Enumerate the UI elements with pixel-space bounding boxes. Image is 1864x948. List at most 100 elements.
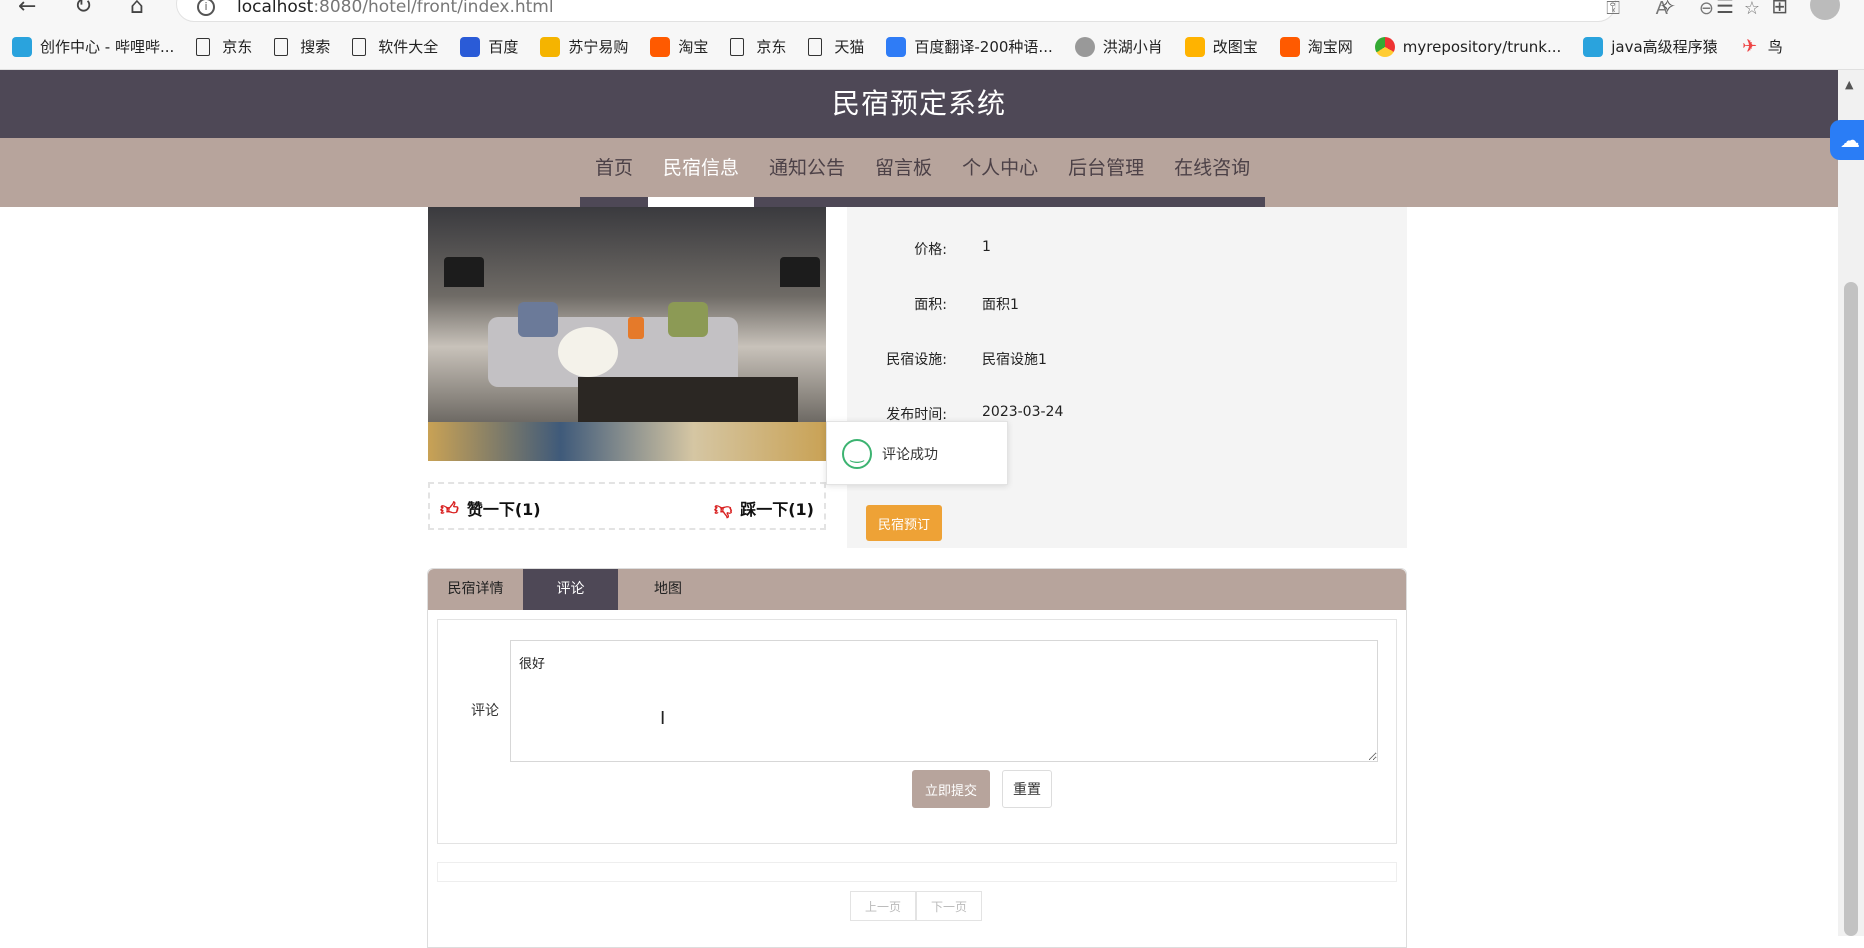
nav-item[interactable]: 民宿信息 [648, 138, 755, 207]
nav-item[interactable]: 通知公告 [754, 138, 861, 207]
bookmark-item[interactable]: 搜索 [274, 36, 330, 57]
browser-toolbar: ← ↻ ⌂ i localhost:8080/hotel/front/index… [0, 0, 1864, 24]
fanyi-icon [886, 36, 907, 57]
page-icon [730, 37, 745, 56]
cloud-drive-icon[interactable]: ☁ [1830, 120, 1864, 160]
bookmark-item[interactable]: 苏宁易购 [540, 36, 628, 57]
pagination: 上一页 下一页 [850, 891, 983, 921]
nav-item[interactable]: 首页 [580, 138, 649, 207]
nav-underline [648, 197, 755, 207]
home-icon[interactable]: ⌂ [130, 0, 144, 19]
page-icon [352, 37, 367, 56]
scroll-up-icon[interactable]: ▲ [1845, 78, 1853, 91]
bookmark-label: 百度翻译-200种语... [914, 38, 1053, 56]
back-icon[interactable]: ← [18, 0, 36, 19]
thumbs-up-icon: 👍︎ [440, 499, 459, 520]
refresh-icon[interactable]: ↻ [74, 0, 92, 19]
bookmark-label: 鸟 [1767, 38, 1783, 56]
bookmark-label: myrepository/trunk... [1402, 37, 1562, 56]
bookmark-item[interactable]: 淘宝网 [1279, 36, 1353, 57]
bookmark-item[interactable]: 改图宝 [1184, 36, 1258, 57]
like-button[interactable]: 👍︎ 赞一下(1) [440, 496, 541, 520]
nav-item[interactable]: 留言板 [860, 138, 948, 207]
homestay-photo [428, 207, 826, 461]
suning-icon [540, 36, 561, 57]
bookmark-label: java高级程序猿 [1611, 38, 1718, 56]
bookmark-item[interactable]: 洪湖小肖 [1074, 36, 1163, 57]
nav-item-label: 首页 [595, 157, 634, 179]
bookmarks-bar: 创作中心 - 哔哩哔... 京东 搜索 软件大全 百度 苏宁易购 淘宝 京东 天猫 百度翻译-20… [0, 24, 1864, 70]
nav-item[interactable]: 后台管理 [1053, 138, 1160, 207]
detail-value: 民宿设施1 [982, 352, 1047, 368]
page-icon [274, 37, 289, 56]
address-bar[interactable]: i localhost:8080/hotel/front/index.html [176, 0, 1616, 22]
bookmark-label: 百度 [488, 38, 519, 56]
bookmark-item[interactable]: java高级程序猿 [1583, 36, 1718, 57]
like-label: 赞一下(1) [466, 500, 541, 519]
favorites-icon[interactable]: ☰ [1716, 0, 1762, 18]
nav-item[interactable]: 个人中心 [947, 138, 1054, 207]
tab[interactable]: 地图 [618, 569, 718, 610]
success-toast: ‿ 评论成功 [826, 421, 1008, 485]
nav-underline [947, 197, 1054, 207]
nav-item-label: 通知公告 [769, 157, 846, 179]
tab[interactable]: 民宿详情 [428, 569, 523, 610]
tab[interactable]: 评论 [523, 569, 618, 610]
scrollbar-thumb[interactable] [1844, 282, 1858, 936]
comment-label: 评论 [471, 703, 499, 719]
dislike-button[interactable]: 👎︎ 踩一下(1) [714, 496, 814, 520]
tabs-container: 民宿详情 评论 地图 评论 很好 立即提交 重置 上一页 下一页 [427, 568, 1407, 948]
bookmark-item[interactable]: ✈ 鸟 [1740, 36, 1783, 57]
page-scrollbar[interactable]: ▲ [1838, 70, 1864, 936]
bookmark-item[interactable]: 百度 [460, 36, 518, 57]
comment-form: 评论 很好 立即提交 重置 [437, 619, 1397, 844]
main-nav: 首页 民宿信息 通知公告 留言板 个人中心 后台管理 在线咨询 [0, 138, 1838, 207]
gaitubao-icon [1184, 36, 1205, 57]
detail-label: 价格: [914, 242, 947, 258]
avatar-icon [1074, 36, 1095, 57]
comment-textarea[interactable]: 很好 [510, 640, 1378, 762]
reset-button[interactable]: 重置 [1002, 770, 1052, 808]
nav-item[interactable]: 在线咨询 [1159, 138, 1266, 207]
nav-item-label: 个人中心 [962, 157, 1039, 179]
book-button[interactable]: 民宿预订 [866, 505, 942, 541]
bookmark-label: 京东 [756, 38, 787, 56]
bookmark-item[interactable]: 京东 [196, 36, 252, 57]
bookmark-item[interactable]: 软件大全 [352, 36, 438, 57]
prev-page-button[interactable]: 上一页 [850, 891, 917, 921]
bookmark-item[interactable]: myrepository/trunk... [1374, 36, 1562, 57]
bookmark-label: 天猫 [834, 38, 865, 56]
chrome-icon [1374, 36, 1395, 57]
nav-underline [860, 197, 948, 207]
text-cursor-icon: I [660, 708, 666, 729]
taobao-icon [650, 36, 671, 57]
bilibili-icon [1583, 36, 1604, 57]
bookmark-item[interactable]: 百度翻译-200种语... [886, 36, 1053, 57]
bookmark-item[interactable]: 创作中心 - 哔哩哔... [12, 36, 174, 57]
site-title: 民宿预定系统 [0, 70, 1838, 138]
key-icon[interactable]: ⚿ [1606, 0, 1642, 19]
bookmark-label: 淘宝 [678, 38, 709, 56]
toast-message: 评论成功 [882, 447, 938, 463]
detail-label: 面积: [914, 297, 947, 313]
bookmark-item[interactable]: 天猫 [808, 36, 864, 57]
detail-value: 2023-03-24 [982, 404, 1064, 420]
bookmark-item[interactable]: 淘宝 [650, 36, 708, 57]
detail-value: 面积1 [982, 297, 1019, 313]
detail-value: 1 [982, 239, 991, 255]
extensions-icon[interactable]: ✧ [1659, 0, 1704, 18]
nav-item-label: 后台管理 [1068, 157, 1145, 179]
address-url[interactable]: localhost:8080/hotel/front/index.html [237, 0, 554, 17]
bookmark-label: 苏宁易购 [568, 38, 629, 56]
nav-underline [1053, 197, 1160, 207]
next-page-button[interactable]: 下一页 [916, 891, 983, 921]
nav-item-label: 民宿信息 [663, 157, 740, 179]
nav-underline [754, 197, 861, 207]
site-info-icon[interactable]: i [197, 0, 215, 16]
bookmark-label: 软件大全 [378, 38, 439, 56]
bookmark-label: 改图宝 [1212, 38, 1258, 56]
dislike-label: 踩一下(1) [740, 500, 814, 519]
smile-icon: ‿ [842, 439, 872, 469]
bookmark-item[interactable]: 京东 [730, 36, 786, 57]
submit-button[interactable]: 立即提交 [912, 770, 990, 808]
